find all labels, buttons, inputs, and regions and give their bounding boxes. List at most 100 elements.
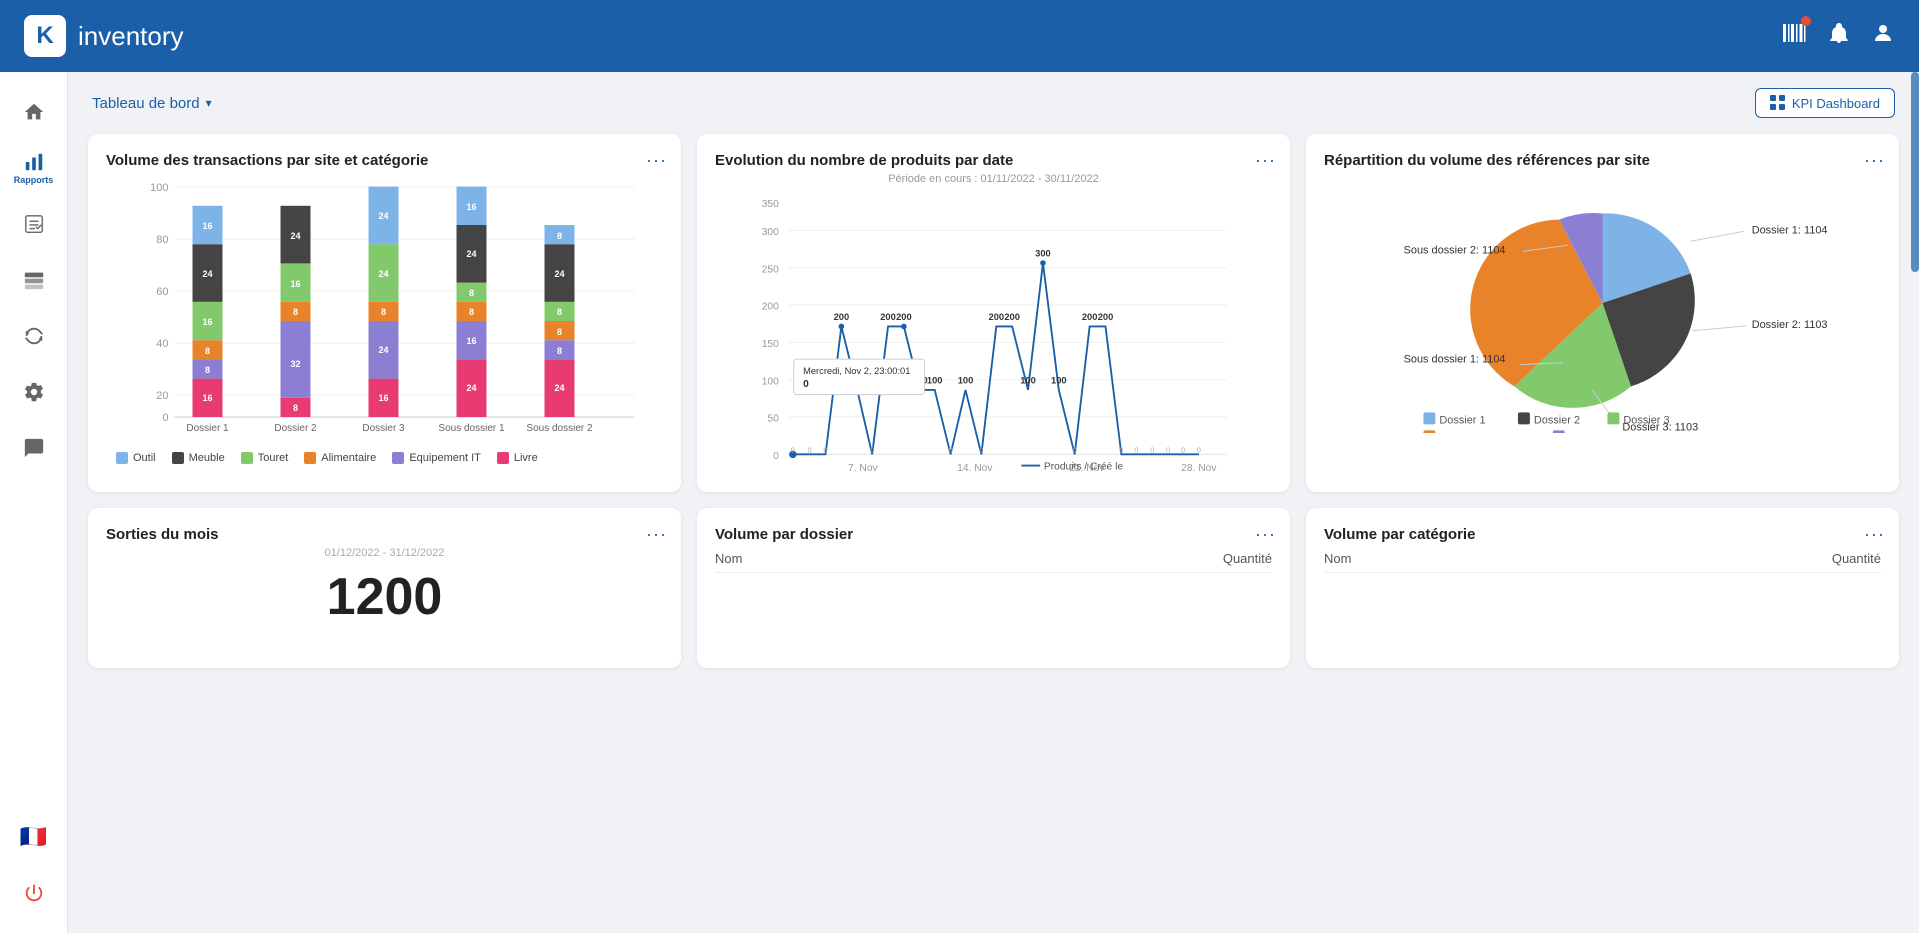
sidebar-top: Rapports [10,88,58,472]
svg-text:24: 24 [290,231,300,241]
pie-svg: Dossier 1: 1104 Dossier 2: 1103 Dossier … [1324,173,1881,433]
svg-text:28. Nov: 28. Nov [1181,463,1217,473]
legend-equipement: Equipement IT [392,452,481,464]
svg-text:Produits / Créé le: Produits / Créé le [1044,461,1123,472]
card2-menu[interactable]: ··· [1255,150,1276,171]
svg-text:8: 8 [293,307,298,317]
svg-text:250: 250 [762,264,779,275]
sidebar-item-refresh[interactable] [10,312,58,360]
svg-text:8: 8 [557,307,562,317]
bar-chart-area: 0 20 40 60 80 100 16 8 [106,177,663,467]
sidebar-item-support[interactable] [10,424,58,472]
svg-text:0: 0 [808,445,812,454]
sidebar-item-tasks[interactable] [10,200,58,248]
legend-meuble: Meuble [172,452,225,464]
legend-dot-equipement [392,452,404,464]
svg-text:16: 16 [202,317,212,327]
svg-text:0: 0 [1134,445,1138,454]
legend-touret: Touret [241,452,289,464]
svg-text:60: 60 [156,286,168,298]
sidebar-item-flag[interactable]: 🇫🇷 [10,813,58,861]
card-pie-chart: Répartition du volume des références par… [1306,134,1899,492]
categorie-col2: Quantité [1832,551,1881,566]
kpi-button-label: KPI Dashboard [1792,96,1880,111]
logo: K inventory [24,15,184,57]
pie-chart-area: Dossier 1: 1104 Dossier 2: 1103 Dossier … [1324,173,1881,433]
svg-text:Sous dossier 2: 1104: Sous dossier 2: 1104 [1404,244,1506,256]
svg-text:8: 8 [205,365,210,375]
legend-alimentaire: Alimentaire [304,452,376,464]
svg-text:350: 350 [762,199,779,210]
sidebar-item-home[interactable] [10,88,58,136]
svg-text:Sous dossier 1: Sous dossier 1 [1439,432,1511,433]
svg-text:24: 24 [378,345,388,355]
sidebar-rapports-label: Rapports [14,175,54,185]
legend-label-livre: Livre [514,452,538,464]
barcode-icon[interactable] [1781,20,1807,52]
svg-text:100: 100 [1020,375,1036,385]
dossier-title: Volume par dossier [715,526,1272,543]
svg-text:Sous dossier 2: Sous dossier 2 [526,423,593,434]
svg-text:24: 24 [554,383,564,393]
svg-text:100: 100 [1051,375,1067,385]
svg-text:16: 16 [202,393,212,403]
svg-text:Sous dossier 1: 1104: Sous dossier 1: 1104 [1404,354,1506,366]
svg-text:32: 32 [290,359,300,369]
legend-dot-touret [241,452,253,464]
svg-text:8: 8 [469,307,474,317]
svg-text:Dossier 2: Dossier 2 [274,423,317,434]
svg-text:0: 0 [823,445,827,454]
categorie-col1: Nom [1324,551,1351,566]
breadcrumb-text: Tableau de bord [92,95,200,112]
card-sorties: Sorties du mois ··· 01/12/2022 - 31/12/2… [88,508,681,668]
svg-text:0: 0 [1197,445,1201,454]
sorties-title: Sorties du mois [106,526,663,543]
svg-text:Sous dossier 2: Sous dossier 2 [1569,432,1641,433]
svg-text:50: 50 [767,414,779,425]
sidebar-item-power[interactable] [10,869,58,917]
card1-menu[interactable]: ··· [646,150,667,171]
card2-subtitle: Période en cours : 01/11/2022 - 30/11/20… [715,173,1272,185]
categorie-menu[interactable]: ··· [1864,524,1885,545]
svg-text:300: 300 [1035,248,1051,258]
kpi-dashboard-button[interactable]: KPI Dashboard [1755,88,1895,118]
svg-text:0: 0 [979,445,983,454]
scroll-bar[interactable] [1911,72,1919,272]
card-volume-dossier: Volume par dossier ··· Nom Quantité [697,508,1290,668]
sidebar-item-settings[interactable] [10,368,58,416]
logo-k: K [24,15,66,57]
bell-icon[interactable] [1827,21,1851,51]
sidebar-item-storage[interactable] [10,256,58,304]
sorties-value: 1200 [106,567,663,627]
legend-dot-livre [497,452,509,464]
svg-text:0: 0 [870,445,874,454]
svg-text:24: 24 [378,211,388,221]
svg-text:8: 8 [205,346,210,356]
user-icon[interactable] [1871,21,1895,51]
card-bar-chart: Volume des transactions par site et caté… [88,134,681,492]
svg-text:0: 0 [791,445,795,454]
svg-text:8: 8 [557,346,562,356]
legend-dot-meuble [172,452,184,464]
dossier-menu[interactable]: ··· [1255,524,1276,545]
legend-label-alimentaire: Alimentaire [321,452,376,464]
svg-text:20: 20 [156,390,168,402]
svg-text:8: 8 [557,231,562,241]
legend-label-meuble: Meuble [189,452,225,464]
svg-text:0: 0 [1181,445,1185,454]
sorties-menu[interactable]: ··· [646,524,667,545]
svg-text:300: 300 [762,227,779,238]
svg-text:200: 200 [896,312,912,322]
card3-menu[interactable]: ··· [1864,150,1885,171]
dashboard-grid: Volume des transactions par site et caté… [88,134,1899,492]
topbar: Tableau de bord ▾ KPI Dashboard [88,88,1899,118]
svg-text:0: 0 [162,412,168,424]
bar-sousdossier2: 24 8 8 8 24 8 Sous dossier 2 [526,225,593,434]
svg-text:100: 100 [927,375,943,385]
sidebar-item-rapports[interactable]: Rapports [10,144,58,192]
breadcrumb[interactable]: Tableau de bord ▾ [92,95,212,112]
svg-text:Dossier 1: Dossier 1 [186,423,229,434]
svg-text:Dossier 3: Dossier 3 [362,423,405,434]
bar-dossier3: 16 24 8 24 24 Dossier 3 [362,187,405,434]
svg-text:Dossier 3: Dossier 3 [1623,414,1669,426]
